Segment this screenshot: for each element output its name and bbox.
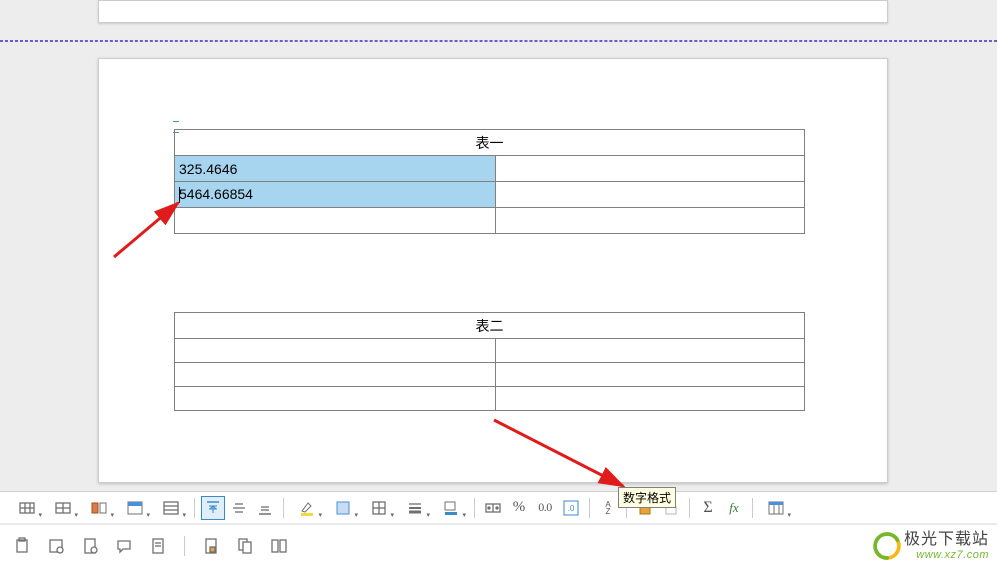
table-corner-handle[interactable] <box>173 121 179 133</box>
percent-button[interactable]: % <box>507 496 531 520</box>
watermark-name: 极光下载站 <box>904 525 989 549</box>
doc-info-button[interactable] <box>78 534 102 558</box>
align-middle-button[interactable] <box>227 496 251 520</box>
sort-button[interactable]: AZ <box>596 496 620 520</box>
table2-cell-r2c1[interactable] <box>175 363 496 387</box>
insert-row-button[interactable] <box>10 496 44 520</box>
svg-text:.0: .0 <box>568 504 575 513</box>
sum-button[interactable]: Σ <box>696 496 720 520</box>
document-page[interactable]: 表一 325.4646 5464.66854 表二 <box>98 58 888 483</box>
fill-color-button[interactable] <box>434 496 468 520</box>
separator <box>283 498 284 518</box>
watermark: 极光下载站 www.xz7.com <box>904 525 989 561</box>
number-format-button[interactable]: .0 <box>559 496 583 520</box>
separator <box>589 498 590 518</box>
autofit-button[interactable] <box>481 496 505 520</box>
table1-cell-r1c2[interactable] <box>496 156 805 182</box>
border-style-button[interactable] <box>326 496 360 520</box>
notes-button[interactable] <box>146 534 170 558</box>
table1-cell-r3c1[interactable] <box>175 208 496 234</box>
table1-title[interactable]: 表一 <box>175 130 805 156</box>
table2-cell-r1c1[interactable] <box>175 339 496 363</box>
separator <box>474 498 475 518</box>
table-wizard-button[interactable] <box>759 496 793 520</box>
table2-cell-r1c2[interactable] <box>496 339 805 363</box>
separator <box>194 498 195 518</box>
compare-button[interactable] <box>267 534 291 558</box>
comment-button[interactable] <box>112 534 136 558</box>
align-top-button[interactable] <box>201 496 225 520</box>
highlight-button[interactable] <box>290 496 324 520</box>
table2-cell-r3c2[interactable] <box>496 387 805 411</box>
obj-properties-button[interactable] <box>44 534 68 558</box>
table1-cell-r2c1[interactable]: 5464.66854 <box>175 182 496 208</box>
table2-cell-r2c2[interactable] <box>496 363 805 387</box>
formula-button[interactable]: fx <box>722 496 746 520</box>
separator <box>752 498 753 518</box>
delete-row-button[interactable] <box>46 496 80 520</box>
table1-cell-r2c2[interactable] <box>496 182 805 208</box>
copy-doc-button[interactable] <box>233 534 257 558</box>
table-one[interactable]: 表一 325.4646 5464.66854 <box>174 129 805 234</box>
secondary-toolbar <box>0 524 997 566</box>
table1-cell-r1c1[interactable]: 325.4646 <box>175 156 496 182</box>
number-format-tooltip: 数字格式 <box>618 487 676 508</box>
table1-cell-r3c2[interactable] <box>496 208 805 234</box>
separator <box>689 498 690 518</box>
separator <box>184 536 185 556</box>
protect-doc-button[interactable] <box>199 534 223 558</box>
watermark-url: www.xz7.com <box>904 549 989 561</box>
table-two[interactable]: 表二 <box>174 312 805 411</box>
table2-cell-r3c1[interactable] <box>175 387 496 411</box>
table-properties-button[interactable] <box>154 496 188 520</box>
page-break-line <box>0 40 997 42</box>
align-bottom-button[interactable] <box>253 496 277 520</box>
line-style-button[interactable] <box>398 496 432 520</box>
table2-title[interactable]: 表二 <box>175 313 805 339</box>
paste-button[interactable] <box>10 534 34 558</box>
borders-button[interactable] <box>362 496 396 520</box>
watermark-logo-icon <box>872 531 902 561</box>
prev-page-edge <box>98 0 888 23</box>
decimal-button[interactable]: 0.0 <box>533 496 557 520</box>
select-table-button[interactable] <box>118 496 152 520</box>
table-toolbar: % 0.0 .0 AZ Σ fx <box>0 491 997 523</box>
split-cell-button[interactable] <box>82 496 116 520</box>
